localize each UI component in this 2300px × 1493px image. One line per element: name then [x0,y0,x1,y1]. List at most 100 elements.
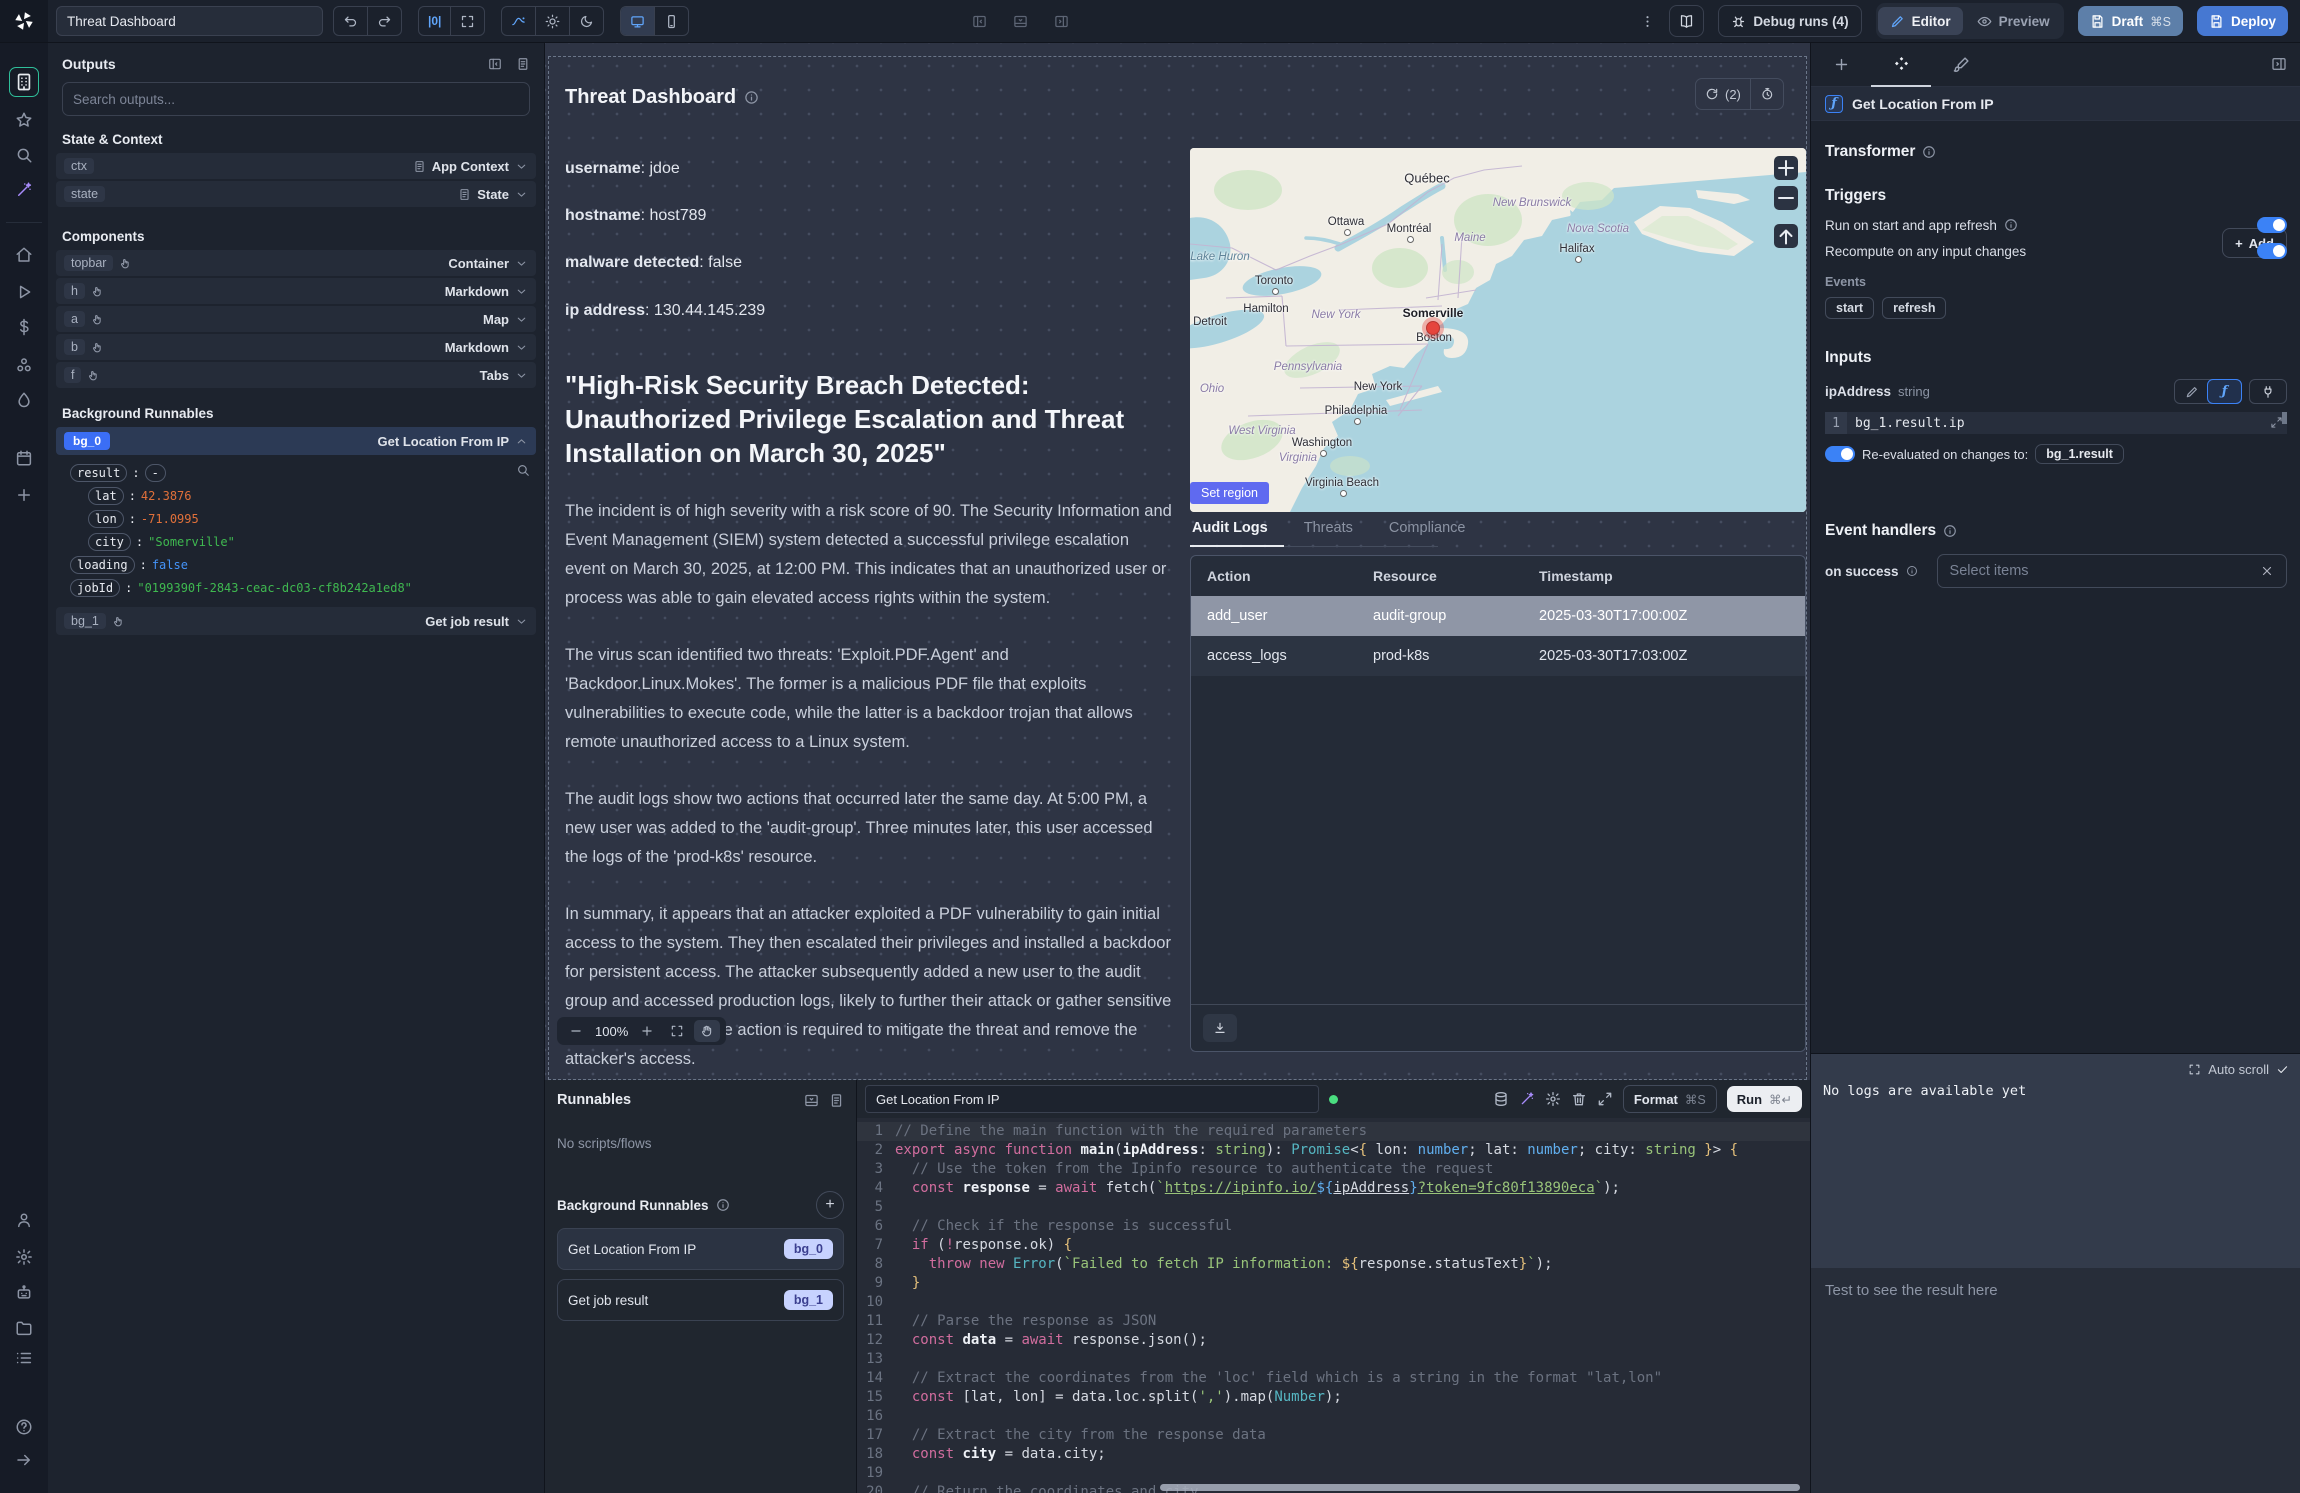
bg1-runnable-row[interactable]: bg_1 Get job result [56,607,536,635]
rail-calendar-icon[interactable] [15,449,33,467]
more-menu-icon[interactable] [1640,14,1655,29]
rail-home-icon[interactable] [15,246,33,264]
auto-theme-button[interactable] [502,7,536,35]
rail-robot-icon[interactable] [15,1284,33,1302]
settings-tab[interactable] [1871,42,1931,87]
json-row-jobId[interactable]: jobId:"0199390f-2843-ceac-dc03-cf8b242a1… [70,576,528,599]
expr-mode-button[interactable]: ƒ [2207,379,2242,404]
rail-apps-icon[interactable] [15,356,33,374]
rail-droplet-icon[interactable] [15,391,33,409]
zoom-in-button[interactable] [634,1020,660,1042]
map-zoom-out-button[interactable] [1774,186,1798,210]
fit-view-button[interactable] [664,1020,690,1042]
script-name-input[interactable]: Get Location From IP [865,1085,1319,1113]
rail-settings-icon[interactable] [15,1248,33,1266]
rail-play-icon[interactable] [15,283,33,301]
json-row-result[interactable]: result:- [70,461,528,484]
collapse-panel-icon[interactable] [488,57,502,71]
undo-button[interactable] [334,7,368,35]
delete-icon[interactable] [1571,1091,1587,1107]
json-row-lat[interactable]: lat:42.3876 [88,484,528,507]
zoom-out-button[interactable] [563,1020,589,1042]
static-mode-button[interactable] [2175,380,2208,403]
reeval-toggle[interactable] [1825,446,1855,462]
app-canvas[interactable]: Threat Dashboard (2) username: jdoehostn… [545,42,1810,1080]
expression-editor[interactable]: 1 bg_1.result.ip [1825,412,2287,434]
column-header-resource[interactable]: Resource [1357,568,1523,584]
map-zoom-in-button[interactable] [1774,156,1798,180]
app-logo[interactable] [0,0,48,42]
chevron-up-icon[interactable] [515,435,528,448]
table-row[interactable]: access_logsprod-k8s2025-03-30T17:03:00Z [1191,636,1805,676]
set-region-button[interactable]: Set region [1190,482,1269,504]
tab-compliance[interactable]: Compliance [1387,514,1482,546]
code-content[interactable]: 1// Define the main function with the re… [857,1118,1810,1493]
rail-arrow-right-icon[interactable] [15,1451,33,1469]
redo-button[interactable] [368,7,401,35]
insert-tab[interactable] [1811,43,1871,86]
state-row-state[interactable]: stateState [56,181,536,207]
fullscreen-button[interactable] [451,7,484,35]
format-button[interactable]: Format⌘S [1623,1085,1717,1113]
download-table-button[interactable] [1203,1014,1237,1042]
map-location-marker[interactable] [1426,321,1440,335]
deploy-button[interactable]: Deploy [2197,6,2288,36]
rail-plus-icon[interactable] [15,486,33,504]
column-header-timestamp[interactable]: Timestamp [1523,568,1753,584]
horizontal-scrollbar[interactable] [1160,1484,1800,1491]
desktop-view-button[interactable] [621,7,655,35]
doc-icon[interactable] [829,1093,844,1108]
component-row-a[interactable]: aMap [56,306,536,332]
rail-list-icon[interactable] [15,1349,33,1367]
state-row-ctx[interactable]: ctxApp Context [56,153,536,179]
styling-tab[interactable] [1931,43,1991,86]
pan-mode-button[interactable] [694,1020,720,1042]
json-row-city[interactable]: city:"Somerville" [88,530,528,553]
light-theme-button[interactable] [536,7,570,35]
on-success-select[interactable]: Select items [1937,554,2287,588]
component-row-b[interactable]: bMarkdown [56,334,536,360]
chevron-down-icon[interactable] [515,615,528,628]
mobile-view-button[interactable] [655,7,688,35]
collapse-bottom-icon[interactable] [804,1093,819,1108]
check-icon[interactable] [2276,1063,2289,1076]
recompute-toggle[interactable] [2257,243,2287,259]
run-button[interactable]: Run⌘↵ [1727,1086,1802,1112]
column-header-action[interactable]: Action [1191,568,1357,584]
rail-star-icon[interactable] [15,111,33,129]
connect-input-button[interactable] [2249,379,2287,404]
dark-theme-button[interactable] [570,7,603,35]
map-fit-button[interactable] [1774,224,1798,248]
rail-dollar-icon[interactable] [15,318,33,336]
event-badge-start[interactable]: start [1825,297,1874,319]
settings-gear-icon[interactable] [1545,1091,1561,1107]
rail-user-icon[interactable] [15,1211,33,1229]
component-row-f[interactable]: fTabs [56,362,536,388]
tab-audit-logs[interactable]: Audit Logs [1190,514,1284,547]
add-runnable-button[interactable]: + [816,1191,844,1219]
toggle-left-panel-icon[interactable] [972,14,987,29]
rail-app-builder-icon[interactable] [9,67,39,97]
expand-editor-icon[interactable] [1597,1091,1613,1107]
doc-icon[interactable] [516,57,530,71]
reeval-target-pill[interactable]: bg_1.result [2035,444,2124,464]
editor-tab[interactable]: Editor [1878,7,1963,35]
draft-button[interactable]: Draft⌘S [2078,6,2183,36]
refresh-button[interactable]: (2) [1696,79,1751,109]
expand-logs-icon[interactable] [2188,1063,2201,1076]
component-bounds-button[interactable]: |0| [419,7,451,35]
toggle-bottom-panel-icon[interactable] [1013,14,1028,29]
component-row-topbar[interactable]: topbarContainer [56,250,536,276]
ai-wand-icon[interactable] [1519,1091,1535,1107]
debug-runs-button[interactable]: Debug runs (4) [1718,5,1861,37]
docs-button[interactable] [1669,5,1704,37]
component-row-h[interactable]: hMarkdown [56,278,536,304]
close-icon[interactable] [2260,564,2274,578]
bg0-runnable-row[interactable]: bg_0 Get Location From IP [56,427,536,455]
preview-tab[interactable]: Preview [1965,7,2062,35]
app-title-input[interactable]: Threat Dashboard [56,6,323,36]
rail-help-icon[interactable] [15,1418,33,1436]
event-badge-refresh[interactable]: refresh [1882,297,1946,319]
search-json-icon[interactable] [516,463,530,477]
runnable-item-bg_1[interactable]: Get job resultbg_1 [557,1279,844,1321]
